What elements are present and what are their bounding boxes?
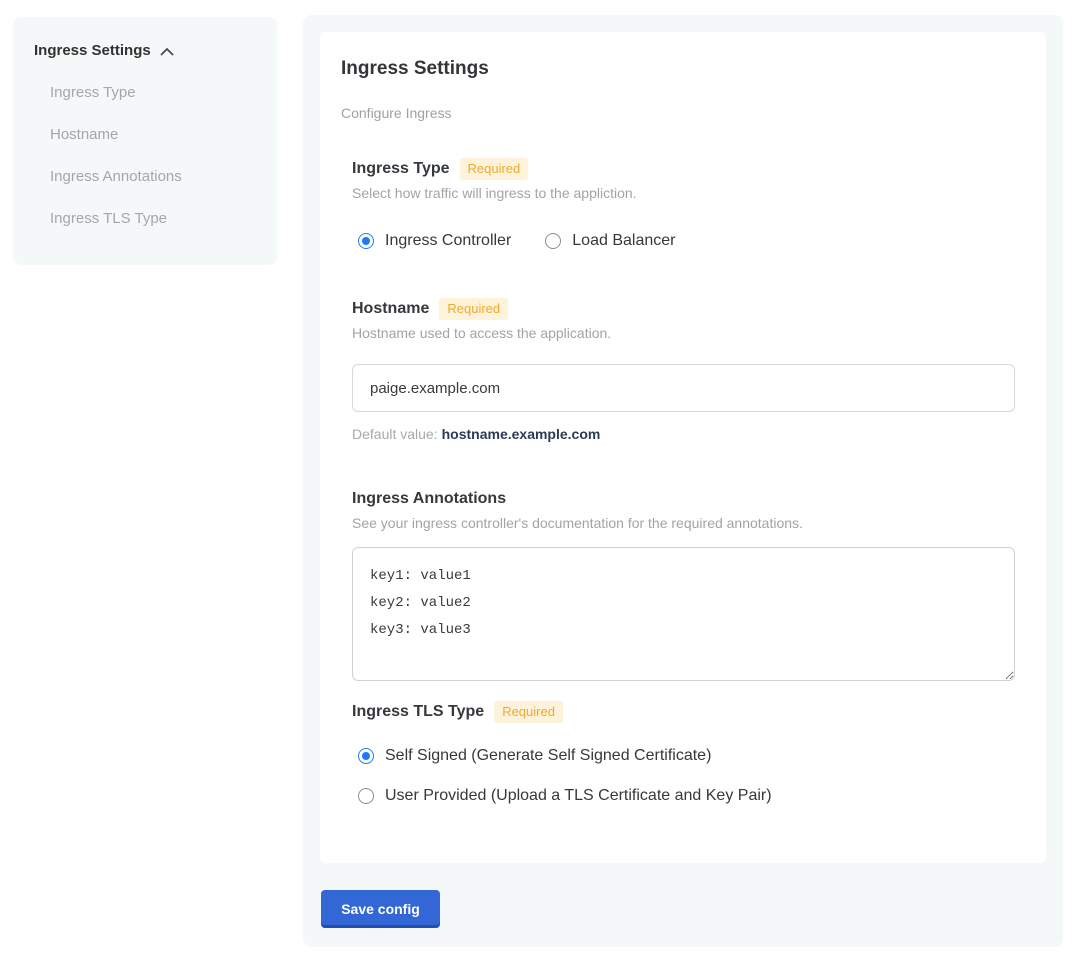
hostname-input[interactable] — [352, 364, 1015, 412]
required-badge: Required — [460, 158, 529, 180]
group-help-hostname: Hostname used to access the application. — [352, 324, 1015, 342]
save-config-button[interactable]: Save config — [321, 890, 440, 928]
group-help-ingress-type: Select how traffic will ingress to the a… — [352, 184, 1015, 202]
sidebar-item-ingress-type[interactable]: Ingress Type — [34, 83, 259, 103]
group-hostname: Hostname Required Hostname used to acces… — [352, 298, 1015, 443]
radio-label: Self Signed (Generate Self Signed Certif… — [385, 747, 711, 765]
page-subtitle: Configure Ingress — [341, 104, 1015, 122]
required-badge: Required — [439, 298, 508, 320]
radio-option-ingress-controller[interactable]: Ingress Controller — [358, 232, 511, 250]
radio-unselected-icon — [545, 233, 561, 249]
ingress-settings-card: Ingress Settings Configure Ingress Ingre… — [320, 32, 1046, 863]
group-ingress-tls-type: Ingress TLS Type Required Self Signed (G… — [352, 701, 1015, 805]
group-help-ingress-annotations: See your ingress controller's documentat… — [352, 514, 1015, 532]
required-badge: Required — [494, 701, 563, 723]
sidebar-group-ingress-settings[interactable]: Ingress Settings — [34, 41, 259, 61]
config-main-panel: Ingress Settings Configure Ingress Ingre… — [303, 15, 1063, 947]
sidebar-item-hostname[interactable]: Hostname — [34, 125, 259, 145]
page-title: Ingress Settings — [341, 56, 1015, 82]
radio-selected-icon — [358, 233, 374, 249]
group-ingress-annotations: Ingress Annotations See your ingress con… — [352, 488, 1015, 681]
group-title-ingress-tls-type: Ingress TLS Type — [352, 701, 484, 723]
config-nav-sidebar: Ingress Settings Ingress Type Hostname I… — [13, 17, 277, 265]
sidebar-item-ingress-annotations[interactable]: Ingress Annotations — [34, 167, 259, 187]
radio-label: Load Balancer — [572, 232, 675, 250]
ingress-annotations-textarea[interactable]: key1: value1 key2: value2 key3: value3 — [352, 547, 1015, 681]
group-title-hostname: Hostname — [352, 298, 429, 320]
group-title-ingress-annotations: Ingress Annotations — [352, 488, 506, 510]
radio-label: Ingress Controller — [385, 232, 511, 250]
radio-option-user-provided[interactable]: User Provided (Upload a TLS Certificate … — [358, 787, 1015, 805]
default-value-label: Default value: — [352, 426, 438, 442]
radio-label: User Provided (Upload a TLS Certificate … — [385, 787, 772, 805]
radio-option-self-signed[interactable]: Self Signed (Generate Self Signed Certif… — [358, 747, 1015, 765]
radio-selected-icon — [358, 748, 374, 764]
group-title-ingress-type: Ingress Type — [352, 158, 450, 180]
default-value-text: hostname.example.com — [442, 426, 601, 442]
hostname-default-line: Default value:hostname.example.com — [352, 425, 1015, 443]
sidebar-group-label: Ingress Settings — [34, 41, 151, 61]
chevron-up-icon[interactable] — [160, 47, 174, 56]
sidebar-item-ingress-tls-type[interactable]: Ingress TLS Type — [34, 209, 259, 229]
radio-unselected-icon — [358, 788, 374, 804]
radio-option-load-balancer[interactable]: Load Balancer — [545, 232, 675, 250]
group-ingress-type: Ingress Type Required Select how traffic… — [352, 158, 1015, 250]
